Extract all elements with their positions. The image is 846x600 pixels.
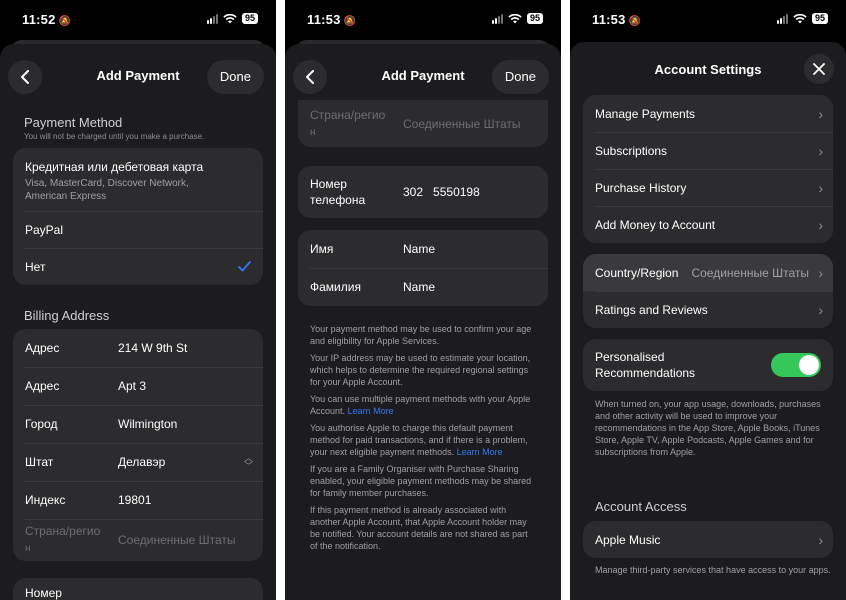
- chevron-right-icon: ›: [818, 264, 823, 281]
- info-multiple-methods: You can use multiple payment methods wit…: [310, 394, 531, 416]
- chevron-right-icon: ›: [818, 142, 823, 159]
- subscriptions-item[interactable]: Subscriptions ›: [583, 132, 833, 169]
- add-money-item[interactable]: Add Money to Account ›: [583, 206, 833, 243]
- learn-more-link[interactable]: Learn More: [457, 447, 503, 457]
- manage-payments-item[interactable]: Manage Payments ›: [583, 95, 833, 132]
- city-field[interactable]: Город Wilmington: [13, 405, 263, 443]
- state-select[interactable]: Штат Делавэр ︿ ﹀: [13, 443, 263, 481]
- status-time: 11:53: [592, 12, 626, 27]
- chevron-right-icon: ›: [818, 179, 823, 196]
- status-time: 11:53: [307, 12, 341, 27]
- info-associated-account: If this payment method is already associ…: [310, 505, 528, 551]
- add-payment-sheet: Add Payment Done Payment Method You will…: [0, 44, 276, 600]
- chevron-up-down-icon: ︿ ﹀: [243, 453, 253, 471]
- ratings-reviews-item[interactable]: Ratings and Reviews ›: [583, 291, 833, 328]
- battery-indicator: 95: [526, 13, 543, 24]
- phone-field[interactable]: Номер телефона 302 5550198: [298, 166, 548, 218]
- done-button[interactable]: Done: [206, 60, 264, 94]
- access-note: Manage third-party services that have ac…: [595, 565, 831, 575]
- name-group: Имя Name Фамилия Name: [298, 230, 548, 306]
- purchase-history-item[interactable]: Purchase History ›: [583, 169, 833, 206]
- account-access-group: Apple Music ›: [583, 521, 833, 558]
- country-region-value: Соединенные Штаты: [691, 265, 809, 280]
- last-name-field[interactable]: Фамилия Name: [298, 268, 548, 306]
- signal-icon: [491, 13, 503, 24]
- bell-slash-icon: 🔕: [628, 16, 642, 27]
- personalised-note: When turned on, your app usage, download…: [595, 399, 821, 457]
- wifi-icon: [793, 13, 807, 23]
- status-time: 11:52: [22, 12, 56, 27]
- add-payment-sheet: Add Payment Done Страна/регио н Соединенн…: [285, 44, 561, 600]
- done-button[interactable]: Done: [491, 60, 549, 94]
- close-icon: [813, 63, 825, 75]
- wifi-icon: [223, 13, 237, 23]
- screen-add-payment-1: 11:52 🔕 95 Add Payment Done Payment Metho…: [0, 0, 276, 600]
- chevron-right-icon: ›: [818, 301, 823, 318]
- personalised-group: Personalised Recommendations: [583, 339, 833, 391]
- option-card[interactable]: Кредитная или дебетовая карта Visa, Mast…: [13, 148, 263, 211]
- nav-bar: Account Settings: [570, 42, 846, 92]
- address-line-2-field[interactable]: Адрес Apt 3: [13, 367, 263, 405]
- phone-group: Номер телефона 302 5550198: [298, 166, 548, 218]
- status-bar: 11:53 🔕 95: [570, 0, 846, 40]
- address-line-1-field[interactable]: Адрес 214 W 9th St: [13, 329, 263, 367]
- apple-music-item[interactable]: Apple Music ›: [583, 521, 833, 558]
- option-card-networks-1: Visa, MasterCard, Discover Network,: [25, 178, 189, 189]
- billing-address-title: Billing Address: [24, 308, 110, 323]
- account-settings-sheet: Account Settings Manage Payments › Subscr…: [570, 42, 846, 600]
- payment-method-subtitle: You will not be charged until you make a…: [24, 132, 205, 141]
- chevron-right-icon: ›: [818, 216, 823, 233]
- bell-slash-icon: 🔕: [58, 16, 72, 27]
- billing-address-group: Адрес 214 W 9th St Адрес Apt 3 Город Wilmin…: [13, 329, 263, 561]
- country-group: Страна/регио н Соединенные Штаты: [298, 100, 548, 147]
- info-age-eligibility: Your payment method may be used to confi…: [310, 324, 532, 346]
- country-field[interactable]: Страна/регио н Соединенные Штаты: [13, 519, 263, 561]
- option-card-networks-2: American Express: [25, 191, 107, 202]
- info-notes: Your payment method may be used to confi…: [285, 323, 561, 557]
- screen-account-settings: 11:53 🔕 95 Account Settings Manage Paymen…: [570, 0, 846, 600]
- phone-field-partial[interactable]: Номер: [13, 578, 263, 600]
- payment-method-group: Кредитная или дебетовая карта Visa, Mast…: [13, 148, 263, 285]
- chevron-right-icon: ›: [818, 531, 823, 548]
- option-paypal[interactable]: PayPal: [13, 211, 263, 248]
- info-family-sharing: If you are a Family Organiser with Purch…: [310, 464, 532, 498]
- status-bar: 11:52 🔕 95: [0, 0, 276, 40]
- learn-more-link[interactable]: Learn More: [348, 406, 394, 416]
- chevron-right-icon: ›: [818, 105, 823, 122]
- country-region-item[interactable]: Country/Region Соединенные Штаты ›: [583, 254, 833, 291]
- personalised-recommendations-toggle[interactable]: [771, 353, 821, 377]
- account-menu-group: Manage Payments › Subscriptions › Purchase…: [583, 95, 833, 243]
- battery-indicator: 95: [241, 13, 258, 24]
- signal-icon: [776, 13, 788, 24]
- status-bar: 11:53 🔕 95: [285, 0, 561, 40]
- nav-bar: Add Payment Done: [0, 44, 276, 94]
- screen-add-payment-2: 11:53 🔕 95 Add Payment Done Страна/регио н…: [285, 0, 561, 600]
- zip-field[interactable]: Индекс 19801: [13, 481, 263, 519]
- option-none[interactable]: Нет: [13, 248, 263, 285]
- bell-slash-icon: 🔕: [343, 16, 357, 27]
- payment-method-title: Payment Method: [24, 115, 123, 130]
- phone-number: 5550198: [433, 185, 480, 199]
- region-group: Country/Region Соединенные Штаты › Ratin…: [583, 254, 833, 328]
- checkmark-icon: [238, 261, 251, 272]
- nav-bar: Add Payment Done: [285, 44, 561, 94]
- close-button[interactable]: [804, 54, 834, 84]
- phone-area-code: 302: [403, 185, 424, 199]
- personalised-recommendations-item: Personalised Recommendations: [583, 339, 833, 391]
- phone-group-partial: Номер: [13, 578, 263, 600]
- info-ip-address: Your IP address may be used to estimate …: [310, 353, 531, 387]
- signal-icon: [206, 13, 218, 24]
- battery-indicator: 95: [811, 13, 828, 24]
- account-access-title: Account Access: [595, 499, 687, 514]
- wifi-icon: [508, 13, 522, 23]
- option-card-title: Кредитная или дебетовая карта: [25, 160, 204, 174]
- country-field[interactable]: Страна/регио н Соединенные Штаты: [298, 100, 548, 147]
- first-name-field[interactable]: Имя Name: [298, 230, 548, 268]
